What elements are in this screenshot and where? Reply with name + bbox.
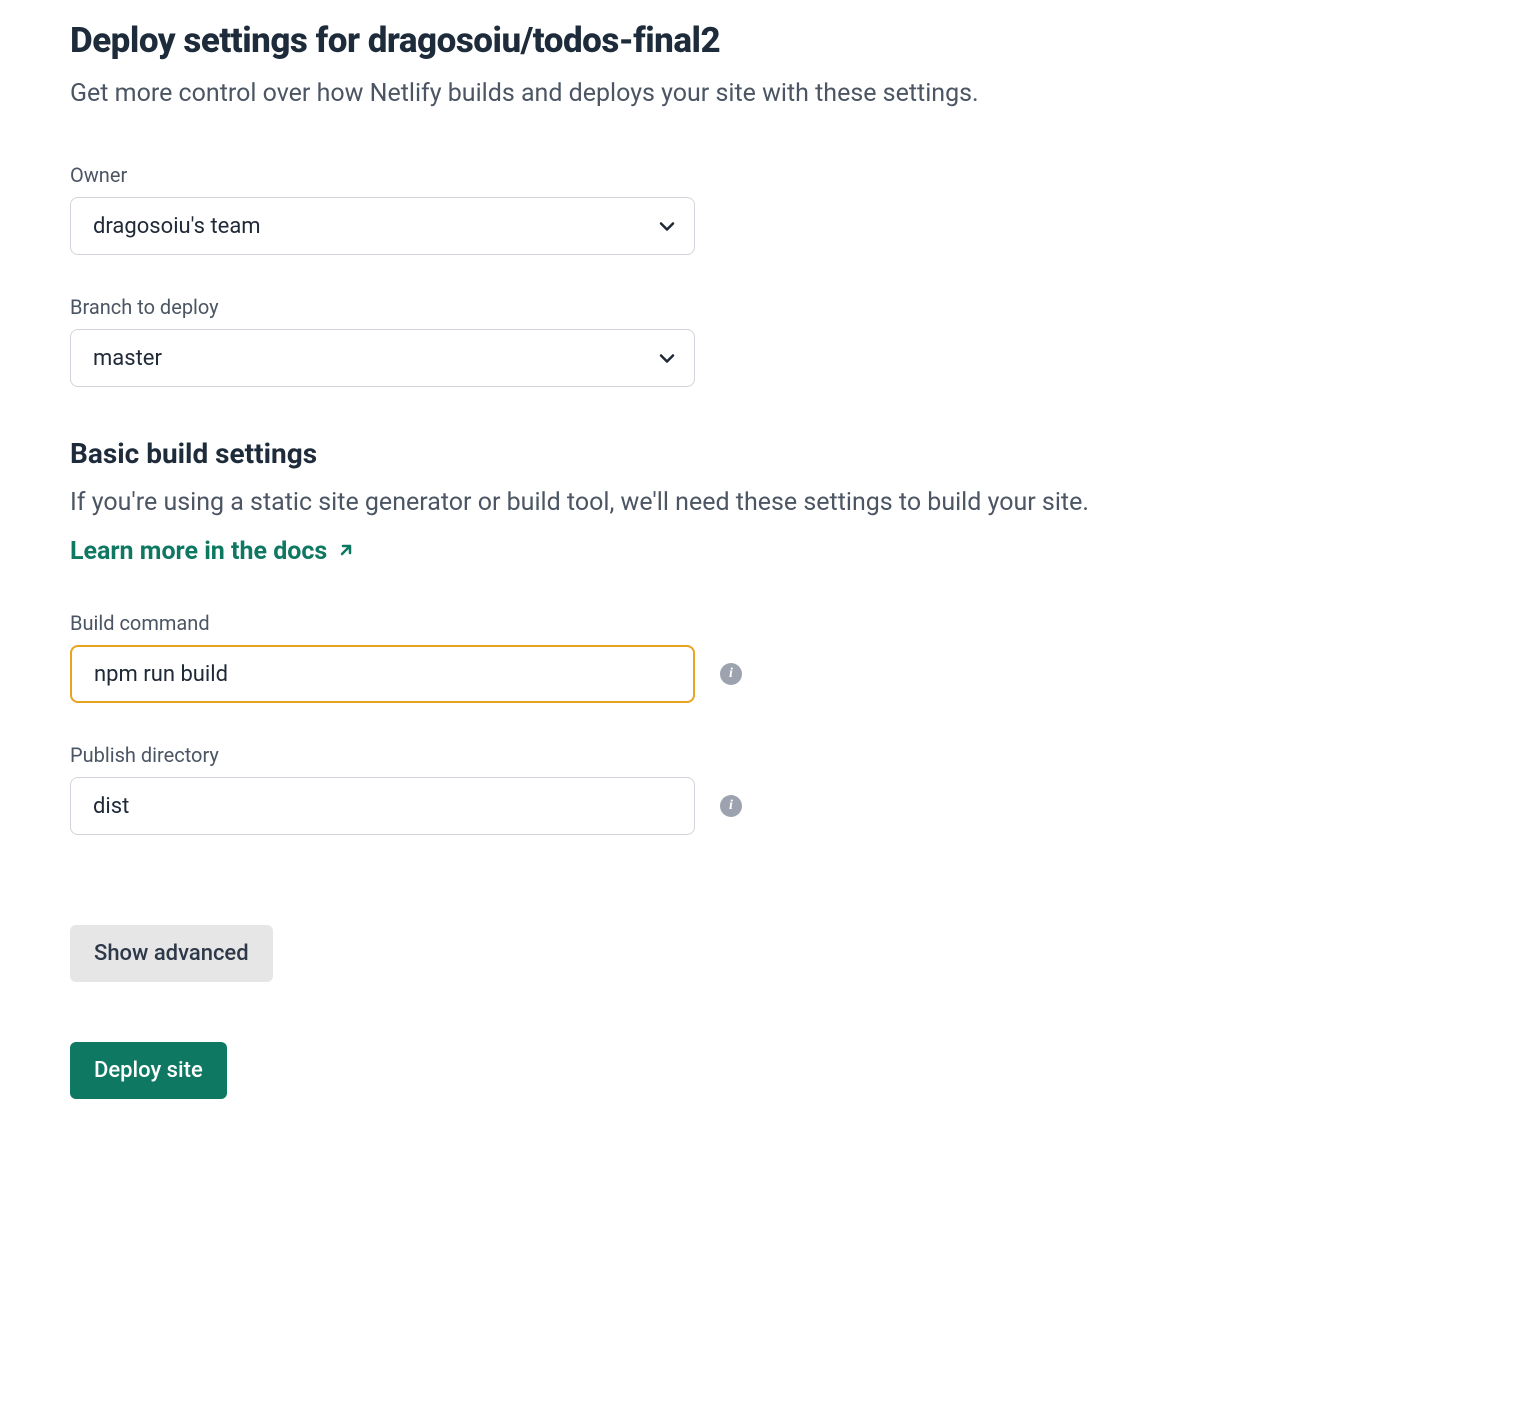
build-settings-title: Basic build settings (70, 437, 1458, 470)
publish-directory-label: Publish directory (70, 743, 1458, 767)
docs-link-text: Learn more in the docs (70, 537, 327, 566)
publish-directory-field: Publish directory i (70, 743, 1458, 835)
build-command-label: Build command (70, 611, 1458, 635)
owner-label: Owner (70, 163, 1458, 187)
external-link-icon (337, 537, 355, 566)
page-title: Deploy settings for dragosoiu/todos-fina… (70, 20, 1458, 61)
info-icon[interactable]: i (720, 663, 742, 685)
publish-directory-input[interactable] (70, 777, 695, 835)
branch-select[interactable]: master (70, 329, 695, 387)
docs-link[interactable]: Learn more in the docs (70, 537, 355, 566)
branch-label: Branch to deploy (70, 295, 1458, 319)
info-icon[interactable]: i (720, 795, 742, 817)
owner-field: Owner dragosoiu's team (70, 163, 1458, 255)
page-subtitle: Get more control over how Netlify builds… (70, 79, 1458, 108)
branch-field: Branch to deploy master (70, 295, 1458, 387)
build-command-input[interactable] (70, 645, 695, 703)
deploy-site-button[interactable]: Deploy site (70, 1042, 227, 1099)
owner-select[interactable]: dragosoiu's team (70, 197, 695, 255)
build-command-field: Build command i (70, 611, 1458, 703)
build-settings-subtitle: If you're using a static site generator … (70, 488, 1458, 517)
show-advanced-button[interactable]: Show advanced (70, 925, 273, 982)
